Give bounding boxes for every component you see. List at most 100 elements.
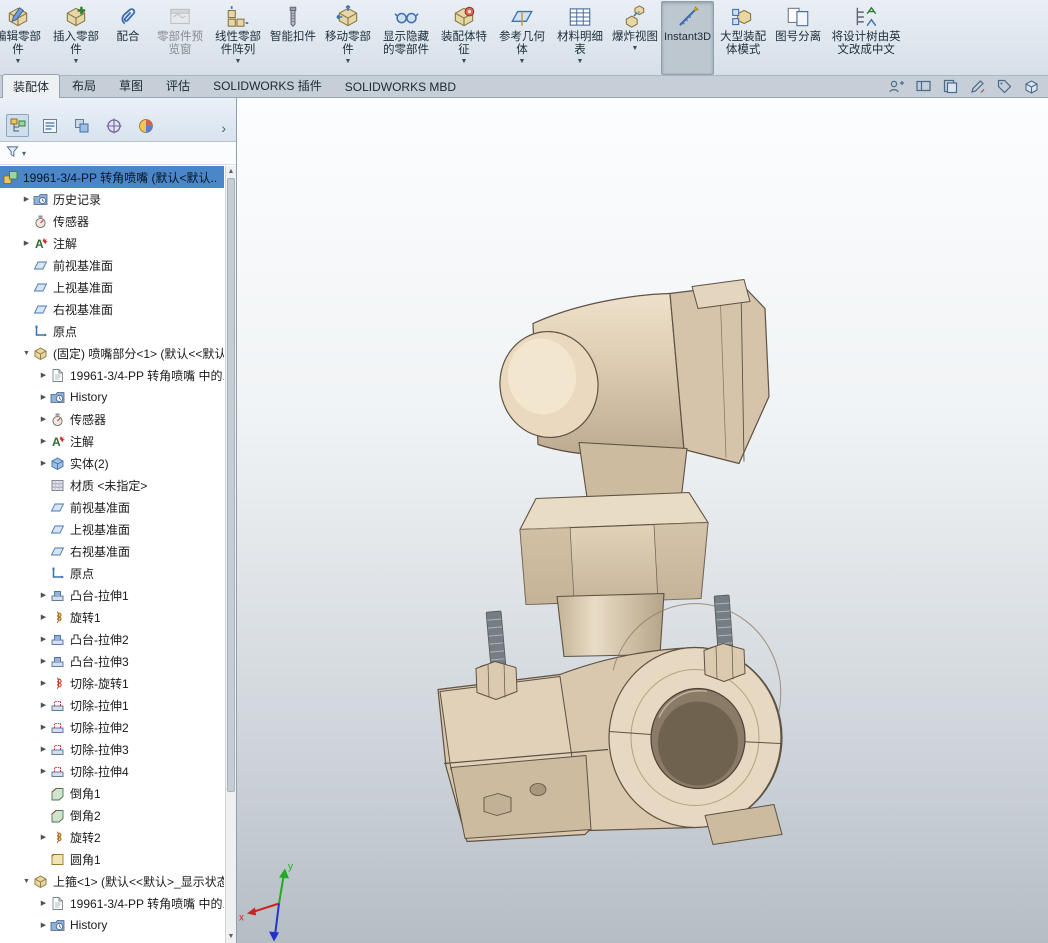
featuremanager-tree-tab[interactable] xyxy=(6,114,29,137)
display-pane-icon[interactable] xyxy=(915,78,932,95)
collaborate-icon[interactable] xyxy=(888,78,905,95)
tree-item[interactable]: 19961-3/4-PP 转角喷嘴 (默认<默认.. xyxy=(0,166,224,188)
toolbar-button-show-hidden[interactable]: 显示隐藏的零部件 xyxy=(377,1,435,75)
toolbar-button-bom[interactable]: 材料明细表 ▼ xyxy=(551,1,609,75)
tab-sketch[interactable]: 草图 xyxy=(108,73,154,97)
propertymanager-tab[interactable] xyxy=(38,114,61,137)
tree-item[interactable]: ▶ History xyxy=(0,914,224,936)
tree-item[interactable]: 前视基准面 xyxy=(0,496,224,518)
tree-item[interactable]: ▶ 传感器 xyxy=(0,408,224,430)
tree-item[interactable]: ▼ (固定) 喷嘴部分<1> (默认<<默认 xyxy=(0,342,224,364)
tree-item[interactable]: 原点 xyxy=(0,562,224,584)
expand-arrow-icon[interactable]: ▶ xyxy=(37,371,50,379)
expand-arrow-icon[interactable]: ▶ xyxy=(37,723,50,731)
expand-arrow-icon[interactable]: ▶ xyxy=(37,745,50,753)
display-manager-tab[interactable] xyxy=(134,114,157,137)
tree-item[interactable]: 材质 <未指定> xyxy=(0,474,224,496)
tree-scrollbar[interactable]: ▲ ▼ xyxy=(225,166,236,943)
panel-expand-chevron-icon[interactable]: › xyxy=(217,119,230,137)
expand-arrow-icon[interactable]: ▶ xyxy=(37,591,50,599)
tab-layout[interactable]: 布局 xyxy=(61,73,107,97)
tree-item[interactable]: ▶ 凸台-拉伸3 xyxy=(0,650,224,672)
tree-item[interactable]: ▶ A 注解 xyxy=(0,232,224,254)
dropdown-arrow-icon[interactable]: ▼ xyxy=(461,58,468,65)
tab-evaluate[interactable]: 评估 xyxy=(155,73,201,97)
tree-item[interactable]: ▶ A 注解 xyxy=(0,430,224,452)
toolbar-button-reference-geometry[interactable]: 参考几何体 ▼ xyxy=(493,1,551,75)
dimxpert-tab[interactable] xyxy=(102,114,125,137)
tab-solidworks-mbd[interactable]: SOLIDWORKS MBD xyxy=(334,76,467,97)
tree-item[interactable]: 传感器 xyxy=(0,210,224,232)
tree-item[interactable]: 原点 xyxy=(0,320,224,342)
dropdown-arrow-icon[interactable]: ▼ xyxy=(519,58,526,65)
expand-arrow-icon[interactable]: ▶ xyxy=(37,899,50,907)
toolbar-button-drawing-split[interactable]: 图号分离 xyxy=(772,1,824,75)
toolbar-button-linear-pattern[interactable]: 线性零部件阵列 ▼ xyxy=(209,1,267,75)
tree-item[interactable]: 右视基准面 xyxy=(0,540,224,562)
tab-solidworks-add-ins[interactable]: SOLIDWORKS 插件 xyxy=(202,73,333,97)
tree-item[interactable]: ▶ History xyxy=(0,386,224,408)
expand-arrow-icon[interactable]: ▶ xyxy=(37,635,50,643)
graphics-area[interactable]: x y z xyxy=(237,98,1048,943)
toolbar-button-large-assembly[interactable]: 大型装配体模式 xyxy=(714,1,772,75)
dropdown-arrow-icon[interactable]: ▼ xyxy=(73,58,80,65)
toolbar-button-smart-fasteners[interactable]: 智能扣件 xyxy=(267,1,319,75)
scroll-up-icon[interactable]: ▲ xyxy=(226,166,236,178)
expand-arrow-icon[interactable]: ▶ xyxy=(37,415,50,423)
scroll-thumb[interactable] xyxy=(227,178,235,792)
toolbar-button-instant3d[interactable]: Instant3D xyxy=(661,1,715,75)
expand-arrow-icon[interactable]: ▶ xyxy=(20,239,33,247)
tree-item[interactable]: ▶ 切除-拉伸3 xyxy=(0,738,224,760)
dropdown-arrow-icon[interactable]: ▼ xyxy=(632,45,639,52)
toolbar-button-mate[interactable]: 配合 xyxy=(105,1,151,75)
tree-item[interactable]: ▶ 历史记录 xyxy=(0,188,224,210)
dropdown-arrow-icon[interactable]: ▼ xyxy=(235,58,242,65)
dropdown-arrow-icon[interactable]: ▼ xyxy=(577,58,584,65)
tree-item[interactable]: ▶ 旋转2 xyxy=(0,826,224,848)
tree-item[interactable]: ▶ 切除-拉伸1 xyxy=(0,694,224,716)
expand-arrow-icon[interactable]: ▶ xyxy=(37,833,50,841)
tree-item[interactable]: ▶ 凸台-拉伸2 xyxy=(0,628,224,650)
tree-item[interactable]: ▶ 旋转1 xyxy=(0,606,224,628)
tree-item[interactable]: 倒角1 xyxy=(0,782,224,804)
expand-arrow-icon[interactable]: ▼ xyxy=(20,350,33,357)
tree-item[interactable]: 上视基准面 xyxy=(0,518,224,540)
tree-item[interactable]: ▶ 19961-3/4-PP 转角喷嘴 中的... xyxy=(0,892,224,914)
tree-item[interactable]: ▶ 实体(2) xyxy=(0,452,224,474)
orientation-cube-icon[interactable] xyxy=(1023,78,1040,95)
expand-arrow-icon[interactable]: ▶ xyxy=(37,679,50,687)
tree-item[interactable]: ▼ 上箍<1> (默认<<默认>_显示状态 xyxy=(0,870,224,892)
tree-item[interactable]: ▶ 19961-3/4-PP 转角喷嘴 中的... xyxy=(0,364,224,386)
toolbar-button-assembly-features[interactable]: 装配体特征 ▼ xyxy=(435,1,493,75)
filter-dropdown-icon[interactable]: ▾ xyxy=(22,149,26,158)
expand-arrow-icon[interactable]: ▶ xyxy=(37,657,50,665)
panels-icon[interactable] xyxy=(942,78,959,95)
tab-assembly[interactable]: 装配体 xyxy=(2,74,61,98)
markup-icon[interactable] xyxy=(969,78,986,95)
dropdown-arrow-icon[interactable]: ▼ xyxy=(345,58,352,65)
expand-arrow-icon[interactable]: ▶ xyxy=(37,393,50,401)
tree-item[interactable]: 倒角2 xyxy=(0,804,224,826)
expand-arrow-icon[interactable]: ▶ xyxy=(37,437,50,445)
tree-item[interactable]: 前视基准面 xyxy=(0,254,224,276)
model-3d[interactable] xyxy=(437,279,783,845)
expand-arrow-icon[interactable]: ▶ xyxy=(37,921,50,929)
tags-icon[interactable] xyxy=(996,78,1013,95)
dropdown-arrow-icon[interactable]: ▼ xyxy=(15,58,22,65)
expand-arrow-icon[interactable]: ▶ xyxy=(37,701,50,709)
expand-arrow-icon[interactable]: ▶ xyxy=(20,195,33,203)
toolbar-button-edit-component[interactable]: 编辑零部件 ▼ xyxy=(0,1,47,75)
toolbar-button-insert-component[interactable]: 插入零部件 ▼ xyxy=(47,1,105,75)
tree-item[interactable]: ▶ 凸台-拉伸1 xyxy=(0,584,224,606)
expand-arrow-icon[interactable]: ▶ xyxy=(37,459,50,467)
tree-item[interactable]: 圆角1 xyxy=(0,848,224,870)
configuration-manager-tab[interactable] xyxy=(70,114,93,137)
expand-arrow-icon[interactable]: ▼ xyxy=(20,878,33,885)
tree-item[interactable]: 右视基准面 xyxy=(0,298,224,320)
expand-arrow-icon[interactable]: ▶ xyxy=(37,613,50,621)
toolbar-button-move-component[interactable]: 移动零部件 ▼ xyxy=(319,1,377,75)
tree-item[interactable]: ▶ 切除-拉伸2 xyxy=(0,716,224,738)
tree-item[interactable]: 上视基准面 xyxy=(0,276,224,298)
scroll-track[interactable] xyxy=(226,792,236,931)
tree-item[interactable]: ▶ 切除-拉伸4 xyxy=(0,760,224,782)
